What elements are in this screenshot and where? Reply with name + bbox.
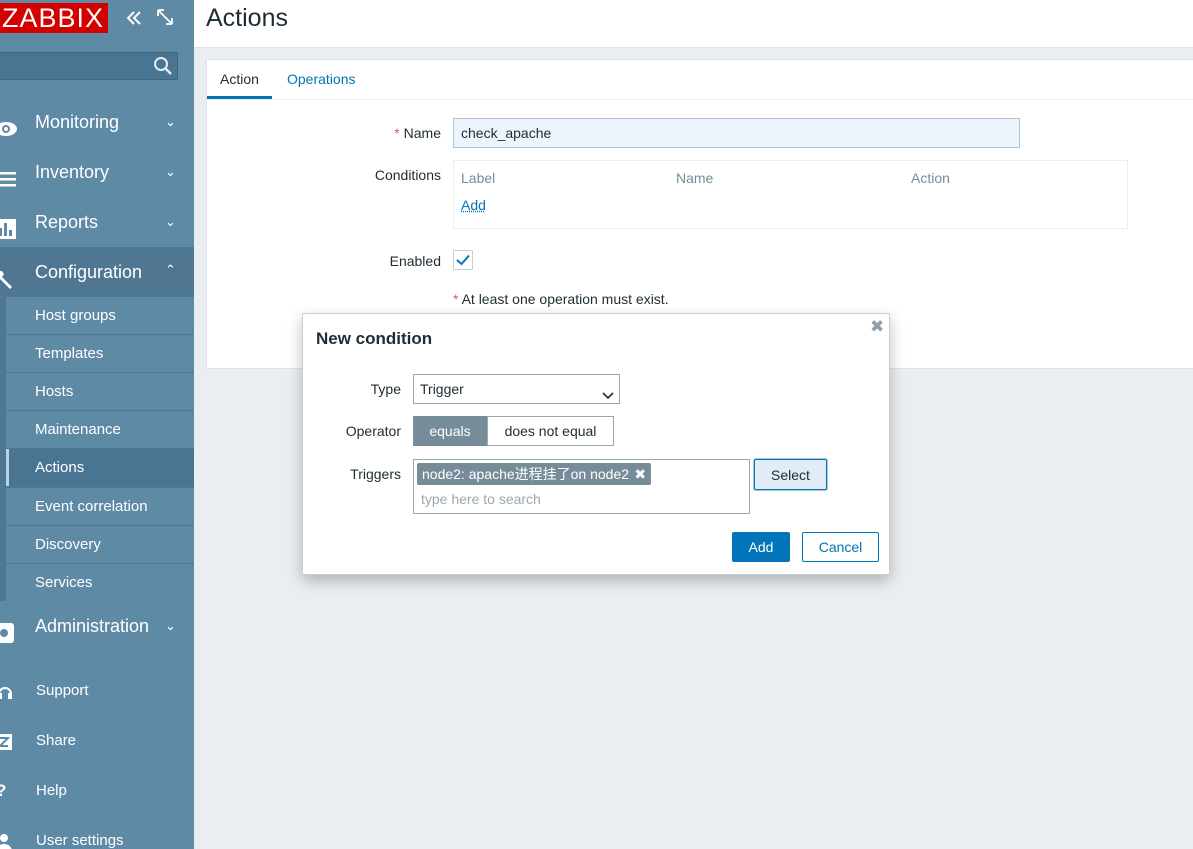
operator-equals-toggle[interactable]: equals bbox=[413, 416, 487, 446]
configuration-submenu: Host groups Templates Hosts Maintenance … bbox=[0, 297, 194, 601]
enabled-checkbox[interactable] bbox=[453, 250, 473, 270]
menu-monitoring[interactable]: Monitoring ⌄ bbox=[0, 97, 194, 147]
type-select-value: Trigger bbox=[420, 381, 464, 397]
trigger-chip: node2: apache进程挂了on node2 ✖ bbox=[417, 463, 651, 485]
list-icon bbox=[0, 160, 18, 184]
required-mark: * bbox=[453, 291, 458, 307]
submenu-discovery[interactable]: Discovery bbox=[6, 526, 194, 563]
sidebar: ZABBIX Monitoring ⌄ Inventory ⌄ Reports … bbox=[0, 0, 194, 849]
footer-label: Support bbox=[36, 676, 89, 706]
eye-icon bbox=[0, 110, 18, 134]
headset-icon bbox=[0, 682, 14, 700]
zabbix-logo[interactable]: ZABBIX bbox=[0, 3, 108, 33]
share-z-icon bbox=[0, 732, 14, 750]
chevron-down-icon: ⌄ bbox=[165, 601, 176, 651]
user-icon bbox=[0, 832, 14, 849]
chevron-down-icon: ⌄ bbox=[165, 97, 176, 147]
triggers-label: Triggers bbox=[303, 466, 401, 482]
conditions-label: Conditions bbox=[241, 167, 441, 183]
page-title: Actions bbox=[206, 4, 288, 33]
select-button[interactable]: Select bbox=[754, 459, 827, 490]
chevron-down-icon: ⌄ bbox=[165, 147, 176, 197]
trigger-chip-label: node2: apache进程挂了on node2 bbox=[422, 466, 629, 482]
menu-label: Reports bbox=[35, 197, 98, 247]
expand-icon[interactable] bbox=[156, 8, 174, 30]
double-chevron-left-icon[interactable] bbox=[124, 8, 144, 32]
search-icon[interactable] bbox=[153, 56, 173, 81]
submenu-templates[interactable]: Templates bbox=[6, 335, 194, 372]
conditions-header-name: Name bbox=[676, 170, 713, 186]
menu-administration[interactable]: Administration ⌄ bbox=[0, 601, 194, 651]
footer-share[interactable]: Share bbox=[0, 726, 194, 756]
footer-support[interactable]: Support bbox=[0, 676, 194, 706]
new-condition-dialog: New condition ✖ Type Trigger Operator eq… bbox=[302, 313, 890, 575]
type-label: Type bbox=[303, 381, 401, 397]
submenu-event-correlation[interactable]: Event correlation bbox=[6, 488, 194, 525]
gear-icon bbox=[0, 614, 18, 638]
name-label-text: Name bbox=[404, 125, 441, 141]
check-icon bbox=[454, 251, 472, 269]
chevron-down-icon: ⌄ bbox=[165, 197, 176, 247]
dialog-title: New condition bbox=[316, 329, 432, 349]
submenu-maintenance[interactable]: Maintenance bbox=[6, 411, 194, 448]
footer-help[interactable]: ? Help bbox=[0, 776, 194, 806]
bar-chart-icon bbox=[0, 210, 18, 234]
name-input[interactable] bbox=[453, 118, 1020, 148]
submenu-host-groups[interactable]: Host groups bbox=[6, 297, 194, 334]
name-field-label: * Name bbox=[241, 125, 441, 141]
tab-action[interactable]: Action bbox=[207, 60, 272, 99]
page-header: Actions bbox=[194, 0, 1193, 48]
menu-reports[interactable]: Reports ⌄ bbox=[0, 197, 194, 247]
sidebar-search-input[interactable] bbox=[0, 52, 178, 80]
conditions-table: Label Name Action Add bbox=[453, 160, 1128, 229]
form-tabs: Action Operations bbox=[207, 60, 1193, 100]
operation-warning: * At least one operation must exist. bbox=[453, 291, 669, 307]
close-icon[interactable]: ✖ bbox=[870, 317, 884, 337]
conditions-header-action: Action bbox=[911, 170, 950, 186]
enabled-label: Enabled bbox=[241, 253, 441, 269]
submenu-actions[interactable]: Actions bbox=[6, 449, 194, 486]
footer-label: Share bbox=[36, 726, 76, 756]
menu-inventory[interactable]: Inventory ⌄ bbox=[0, 147, 194, 197]
menu-label: Inventory bbox=[35, 147, 109, 197]
triggers-multiselect[interactable]: node2: apache进程挂了on node2 ✖ bbox=[413, 459, 750, 514]
menu-label: Configuration bbox=[35, 247, 142, 297]
footer-label: Help bbox=[36, 776, 67, 806]
submenu-hosts[interactable]: Hosts bbox=[6, 373, 194, 410]
required-mark: * bbox=[394, 125, 399, 141]
conditions-add-link[interactable]: Add bbox=[461, 197, 486, 213]
chevron-up-icon: ⌃ bbox=[165, 245, 176, 295]
warning-text: At least one operation must exist. bbox=[462, 291, 669, 307]
trigger-search-input[interactable] bbox=[417, 489, 745, 509]
cancel-button[interactable]: Cancel bbox=[802, 532, 879, 562]
chevron-down-icon bbox=[601, 383, 615, 411]
menu-label: Monitoring bbox=[35, 97, 119, 147]
submenu-services[interactable]: Services bbox=[6, 564, 194, 601]
footer-label: User settings bbox=[36, 826, 124, 849]
operator-label: Operator bbox=[303, 423, 401, 439]
wrench-icon bbox=[0, 260, 18, 284]
question-icon: ? bbox=[0, 782, 14, 800]
menu-label: Administration bbox=[35, 601, 149, 651]
conditions-header-label: Label bbox=[461, 170, 495, 186]
menu-configuration[interactable]: Configuration ⌃ bbox=[0, 247, 194, 297]
type-select[interactable]: Trigger bbox=[413, 374, 620, 404]
footer-user-settings[interactable]: User settings bbox=[0, 826, 194, 849]
add-button[interactable]: Add bbox=[732, 532, 790, 562]
tab-operations[interactable]: Operations bbox=[274, 60, 368, 98]
operator-not-equal-toggle[interactable]: does not equal bbox=[487, 416, 614, 446]
remove-chip-icon[interactable]: ✖ bbox=[634, 463, 646, 485]
